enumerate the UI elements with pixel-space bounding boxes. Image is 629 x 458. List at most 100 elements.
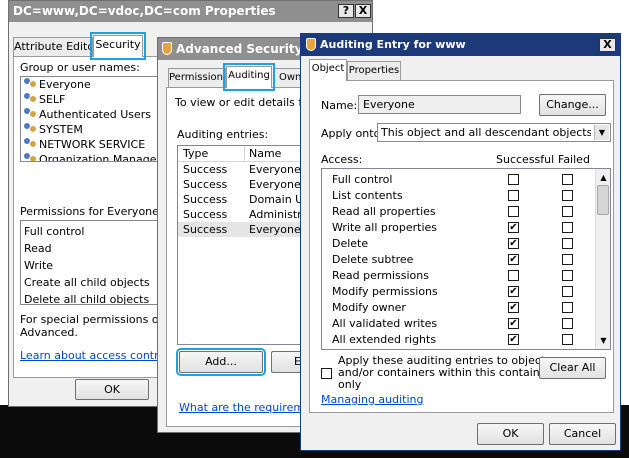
permissions-list[interactable]: Full control Read Write Create all child… <box>20 220 170 305</box>
access-row: All validated writes ✔ <box>322 316 594 332</box>
learn-access-control-link[interactable]: Learn about access control a <box>20 349 178 362</box>
failed-checkbox[interactable] <box>562 190 573 201</box>
failed-checkbox[interactable] <box>562 206 573 217</box>
dropdown-arrow-icon[interactable]: ▼ <box>594 125 609 140</box>
successful-checkbox[interactable]: ✔ <box>508 286 519 297</box>
failed-checkbox[interactable] <box>562 270 573 281</box>
column-type[interactable]: Type <box>183 147 208 160</box>
successful-checkbox[interactable] <box>508 190 519 201</box>
successful-checkbox[interactable]: ✔ <box>508 334 519 345</box>
add-button[interactable]: Add... <box>176 348 266 376</box>
shield-icon <box>162 42 172 55</box>
table-row-selected[interactable]: Success Everyone <box>178 222 311 237</box>
cancel-button[interactable]: Cancel <box>549 423 616 445</box>
access-row: Modify owner ✔ <box>322 300 594 316</box>
auditing-entries-table[interactable]: Type Name Success Everyone Success Every… <box>177 145 311 345</box>
successful-checkbox[interactable]: ✔ <box>508 318 519 329</box>
access-row: Delete ✔ <box>322 236 594 252</box>
access-item-label: Write all properties <box>332 221 438 234</box>
access-item-label: Modify permissions <box>332 285 438 298</box>
failed-checkbox[interactable] <box>562 286 573 297</box>
managing-auditing-link[interactable]: Managing auditing <box>321 393 424 406</box>
successful-checkbox[interactable]: ✔ <box>508 238 519 249</box>
failed-checkbox[interactable] <box>562 318 573 329</box>
access-row: List contents <box>322 188 594 204</box>
scroll-down-icon[interactable]: ▼ <box>597 334 610 347</box>
properties-title: DC=www,DC=vdoc,DC=com Properties <box>13 4 276 18</box>
shield-icon <box>306 38 316 51</box>
table-row[interactable]: Success Everyone <box>178 162 311 177</box>
advanced-title: Advanced Security Setti <box>176 42 306 56</box>
change-button[interactable]: Change... <box>539 94 606 116</box>
ok-button[interactable]: OK <box>477 423 544 445</box>
tab-permissions[interactable]: Permissions <box>168 68 226 88</box>
successful-checkbox[interactable]: ✔ <box>508 222 519 233</box>
access-list[interactable]: Full control List contents Read all proper… <box>321 168 611 350</box>
failed-checkbox[interactable] <box>562 254 573 265</box>
permission-item: Delete all child objects <box>24 293 150 305</box>
permission-item: Full control <box>24 225 85 238</box>
successful-checkbox[interactable] <box>508 270 519 281</box>
scroll-up-icon[interactable]: ▲ <box>597 171 610 184</box>
successful-checkbox[interactable]: ✔ <box>508 254 519 265</box>
apply-onto-label: Apply onto: <box>321 127 385 140</box>
tab-object[interactable]: Object <box>309 59 347 81</box>
close-icon[interactable]: X <box>599 38 616 52</box>
access-rows: Full control List contents Read all proper… <box>322 172 594 348</box>
auditing-entry-dialog: Auditing Entry for www X Object Properti… <box>300 33 621 451</box>
user-item[interactable]: NETWORK SERVICE <box>21 137 169 152</box>
user-item[interactable]: SYSTEM <box>21 122 169 137</box>
help-icon[interactable]: ? <box>338 4 354 18</box>
ok-button[interactable]: OK <box>75 379 149 400</box>
tab-auditing[interactable]: Auditing <box>223 63 275 91</box>
apply-only-text: Apply these auditing entries to objects … <box>338 355 552 391</box>
access-item-label: Read permissions <box>332 269 429 282</box>
table-row[interactable]: Success Administrat <box>178 207 311 222</box>
name-label: Name: <box>321 99 358 112</box>
tab-properties[interactable]: Properties <box>347 61 401 81</box>
scroll-thumb[interactable] <box>597 185 609 215</box>
failed-checkbox[interactable] <box>562 174 573 185</box>
access-scrollbar[interactable]: ▲ ▼ <box>595 169 610 349</box>
auditing-title-bar: Auditing Entry for www X <box>301 34 620 56</box>
access-item-label: All extended rights <box>332 333 437 346</box>
tab-attribute-editor[interactable]: Attribute Editor <box>13 37 93 57</box>
apply-onto-select[interactable]: This object and all descendant objects ▼ <box>377 123 611 142</box>
user-list[interactable]: Everyone SELF Authenticated Users SYSTEM… <box>20 76 170 162</box>
access-item-label: All validated writes <box>332 317 438 330</box>
user-item[interactable]: Everyone <box>21 77 169 92</box>
group-icon <box>24 78 37 89</box>
failed-checkbox[interactable] <box>562 334 573 345</box>
permission-item: Create all child objects <box>24 276 150 289</box>
access-row: Delete subtree ✔ <box>322 252 594 268</box>
failed-checkbox[interactable] <box>562 222 573 233</box>
access-row: Full control <box>322 172 594 188</box>
apply-only-checkbox[interactable] <box>321 368 332 379</box>
successful-checkbox[interactable]: ✔ <box>508 302 519 313</box>
user-item[interactable]: Authenticated Users <box>21 107 169 122</box>
object-panel: Name: Everyone Change... Apply onto: Thi… <box>309 80 614 413</box>
table-row[interactable]: Success Everyone <box>178 177 311 192</box>
access-row: All extended rights ✔ <box>322 332 594 348</box>
access-item-label: Delete subtree <box>332 253 414 266</box>
tab-security[interactable]: Security <box>90 32 146 60</box>
permission-item: Read <box>24 242 52 255</box>
successful-header: Successful <box>496 153 555 166</box>
failed-checkbox[interactable] <box>562 238 573 249</box>
user-item[interactable]: Organization Manageme <box>21 152 169 161</box>
group-icon <box>24 123 37 134</box>
access-item-label: Read all properties <box>332 205 436 218</box>
group-label: Group or user names: <box>20 61 140 74</box>
failed-header: Failed <box>558 153 590 166</box>
table-row[interactable]: Success Domain Us <box>178 192 311 207</box>
successful-checkbox[interactable] <box>508 174 519 185</box>
permission-item: Write <box>24 259 54 272</box>
close-icon[interactable]: X <box>355 4 371 18</box>
user-item[interactable]: SELF <box>21 92 169 107</box>
column-name[interactable]: Name <box>249 147 281 160</box>
auditing-panel: To view or edit details for an Auditing … <box>166 87 342 427</box>
failed-checkbox[interactable] <box>562 302 573 313</box>
clear-all-button[interactable]: Clear All <box>539 357 606 379</box>
successful-checkbox[interactable] <box>508 206 519 217</box>
access-label: Access: <box>321 153 363 166</box>
